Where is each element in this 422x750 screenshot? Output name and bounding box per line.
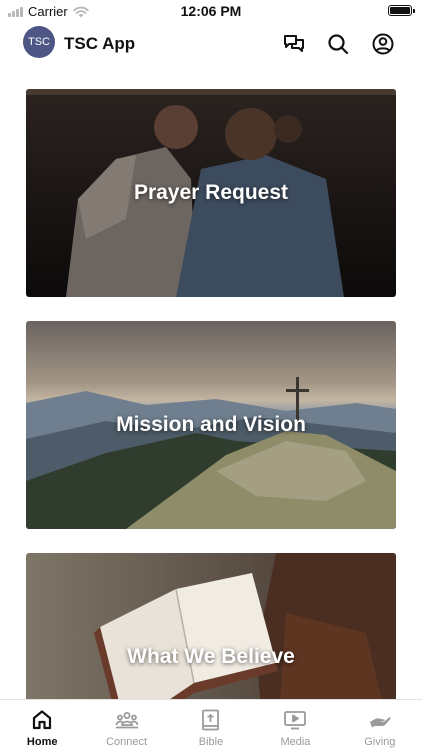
- group-icon: [115, 712, 139, 729]
- tab-label: Connect: [106, 736, 148, 748]
- bible-icon: [202, 709, 219, 731]
- card-title: What We Believe: [127, 645, 295, 668]
- card-mission-vision[interactable]: Mission and Vision: [26, 321, 396, 529]
- tab-home[interactable]: Home: [0, 700, 84, 750]
- card-list: Prayer Request Mission and Vision What W…: [26, 89, 396, 699]
- tab-label: Bible: [198, 736, 224, 748]
- tab-label: Media: [280, 736, 311, 748]
- account-icon[interactable]: [370, 31, 396, 57]
- status-time: 12:06 PM: [180, 3, 242, 19]
- play-icon: [284, 711, 307, 730]
- app-avatar[interactable]: TSC: [23, 26, 55, 58]
- card-prayer-request[interactable]: Prayer Request: [26, 89, 396, 297]
- card-title: Mission and Vision: [116, 413, 306, 436]
- app-title: TSC App: [64, 34, 136, 53]
- tab-connect[interactable]: Connect: [84, 700, 168, 750]
- battery-icon: [388, 5, 415, 16]
- giving-hand-icon: [369, 717, 391, 728]
- app-header: TSC TSC App: [0, 22, 422, 66]
- status-bar: Carrier 12:06 PM: [0, 0, 422, 22]
- search-icon[interactable]: [325, 31, 351, 57]
- home-icon: [33, 710, 52, 730]
- card-what-we-believe[interactable]: What We Believe: [26, 553, 396, 699]
- tab-label: Home: [26, 736, 58, 748]
- card-title: Prayer Request: [133, 181, 289, 204]
- open-bible-image: [26, 553, 396, 699]
- tab-bar: Home Connect Bible Media Giving: [0, 699, 422, 750]
- tab-bible[interactable]: Bible: [169, 700, 253, 750]
- tab-label: Giving: [364, 736, 396, 748]
- tab-media[interactable]: Media: [253, 700, 337, 750]
- chat-icon[interactable]: [281, 31, 307, 57]
- tab-giving[interactable]: Giving: [338, 700, 422, 750]
